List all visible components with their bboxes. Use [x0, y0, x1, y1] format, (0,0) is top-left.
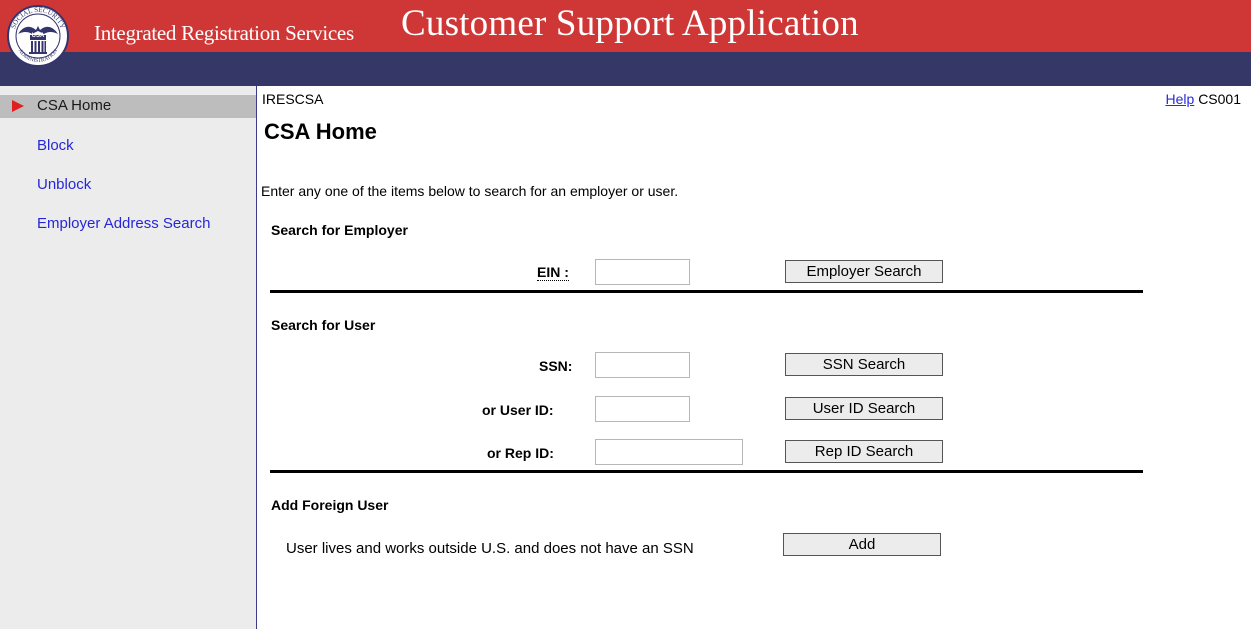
intro-text: Enter any one of the items below to sear… — [261, 183, 679, 199]
app-name: Integrated Registration Services — [94, 21, 354, 45]
app-title: Customer Support Application — [401, 3, 859, 44]
section-title-foreign-user: Add Foreign User — [271, 497, 389, 513]
foreign-user-note: User lives and works outside U.S. and do… — [286, 540, 694, 557]
sidebar-item-block[interactable]: Block — [0, 135, 256, 158]
sidebar-item-label: Employer Address Search — [37, 215, 211, 232]
header-nav-strip — [0, 52, 1251, 86]
add-foreign-user-button[interactable]: Add — [783, 533, 941, 556]
repid-search-button[interactable]: Rep ID Search — [785, 440, 943, 463]
section-divider — [270, 470, 1143, 473]
ein-label: EIN : — [537, 264, 569, 281]
section-title-user: Search for User — [271, 317, 376, 333]
ssn-search-button[interactable]: SSN Search — [785, 353, 943, 376]
active-arrow-icon — [12, 100, 24, 112]
screen-id: CS001 — [1198, 91, 1241, 107]
sidebar-item-label: Unblock — [37, 176, 92, 193]
sidebar-item-unblock[interactable]: Unblock — [0, 174, 256, 197]
sidebar: CSA Home Block Unblock Employer Address … — [0, 86, 257, 629]
ssa-seal-logo: SOCIAL SECURITY ADMINISTRATION USA — [7, 5, 69, 67]
section-divider — [270, 290, 1143, 293]
sidebar-item-csa-home[interactable]: CSA Home — [0, 95, 256, 118]
userid-search-button[interactable]: User ID Search — [785, 397, 943, 420]
help-link[interactable]: Help — [1166, 91, 1195, 107]
main-content: IRESCSA Help CS001 CSA Home Enter any on… — [257, 86, 1251, 629]
userid-label: or User ID: — [482, 402, 554, 418]
screen-code: IRESCSA — [262, 91, 324, 107]
help-area: Help CS001 — [1166, 91, 1242, 107]
employer-search-button[interactable]: Employer Search — [785, 260, 943, 283]
sidebar-item-label: Block — [37, 137, 74, 154]
repid-label: or Rep ID: — [487, 445, 554, 461]
ssn-label: SSN: — [539, 358, 573, 374]
repid-input[interactable] — [595, 439, 743, 465]
ein-input[interactable] — [595, 259, 690, 285]
userid-input[interactable] — [595, 396, 690, 422]
svg-text:USA: USA — [32, 33, 45, 39]
page-title: CSA Home — [264, 119, 377, 144]
sidebar-item-employer-address-search[interactable]: Employer Address Search — [0, 213, 256, 236]
sidebar-item-label: CSA Home — [37, 97, 112, 114]
ssn-input[interactable] — [595, 352, 690, 378]
section-title-employer: Search for Employer — [271, 222, 408, 238]
